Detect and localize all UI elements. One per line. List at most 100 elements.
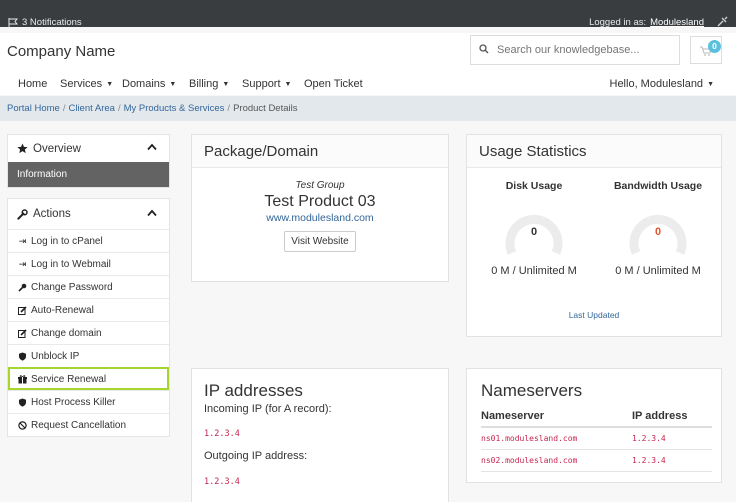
company-name[interactable]: Company Name [7, 43, 115, 60]
knowledgebase-search[interactable] [470, 35, 680, 65]
disk-usage-title: Disk Usage [505, 180, 563, 192]
sidebar-item-information[interactable]: Information [8, 162, 169, 187]
sidebar-item-label: Unblock IP [31, 350, 80, 362]
nameservers-title: Nameservers [481, 381, 583, 400]
cart-count-badge: 0 [708, 40, 721, 53]
sidebar-item-label: Host Process Killer [31, 396, 116, 408]
edit-icon [18, 305, 27, 315]
nameserver-cell: ns01.modulesland.com [481, 427, 632, 450]
username-link[interactable]: Modulesland [650, 17, 704, 28]
shield-icon [18, 398, 27, 407]
user-menu[interactable]: Hello, Modulesland ▼ [610, 78, 715, 90]
chevron-up-icon[interactable] [147, 143, 157, 151]
sidebar-item-label: Auto-Renewal [31, 304, 94, 316]
edit-icon [18, 328, 27, 338]
sidebar-item-label: Service Renewal [31, 373, 107, 385]
sidebar-item-service-renewal[interactable]: Service Renewal [8, 367, 169, 390]
sidebar-item-label: Log in to cPanel [31, 235, 103, 247]
product-name: Test Product 03 [264, 193, 376, 210]
actions-title: Actions [33, 208, 71, 220]
usage-statistics-title: Usage Statistics [467, 135, 721, 168]
breadcrumb-portal-home[interactable]: Portal Home [7, 103, 60, 114]
sign-in-icon: ⇥ [18, 258, 27, 269]
tools-icon[interactable] [716, 16, 728, 28]
search-icon [471, 43, 497, 57]
overview-title: Overview [33, 142, 81, 155]
disk-usage-value: 0 [530, 226, 538, 238]
caret-down-icon: ▼ [222, 81, 230, 88]
breadcrumb-my-products[interactable]: My Products & Services [124, 103, 225, 114]
breadcrumb-separator: / [62, 103, 66, 114]
chevron-up-icon[interactable] [147, 209, 157, 217]
search-input[interactable] [497, 44, 672, 56]
main-nav: Home Services ▼ Domains ▼ Billing ▼ Support… [0, 75, 736, 95]
breadcrumb-current: Product Details [233, 103, 298, 114]
nav-domains[interactable]: Domains ▼ [122, 78, 176, 90]
package-domain-title: Package/Domain [192, 135, 448, 168]
sidebar-item-label: Log in to Webmail [31, 258, 111, 270]
overview-panel: Overview Information [7, 134, 170, 188]
package-domain-panel: Package/Domain Test Group Test Product 0… [191, 134, 449, 282]
sidebar-item-unblock-ip[interactable]: Unblock IP [8, 344, 169, 367]
sidebar-item-request-cancellation[interactable]: Request Cancellation [8, 413, 169, 436]
sign-in-icon: ⇥ [18, 235, 27, 246]
nav-support-label: Support [242, 78, 281, 90]
product-domain-link[interactable]: www.modulesland.com [192, 212, 448, 224]
outgoing-ip-value: 1.2.3.4 [204, 477, 240, 487]
sidebar-item-auto-renewal[interactable]: Auto-Renewal [8, 298, 169, 321]
cart-button[interactable]: 0 [690, 36, 722, 64]
disk-usage-text: 0 M / Unlimited M [491, 265, 577, 277]
ban-icon [18, 420, 27, 430]
usage-columns: Disk Usage 0 0 M / Unlimited M Bandwidth… [467, 168, 721, 313]
nav-open-ticket[interactable]: Open Ticket [304, 78, 363, 90]
disk-usage-block: Disk Usage 0 0 M / Unlimited M [479, 180, 589, 277]
sidebar-item-label: Change domain [31, 327, 102, 339]
top-bar-content: 3 Notifications Logged in as: Modulesland [0, 13, 736, 33]
overview-panel-header[interactable]: Overview [8, 135, 169, 162]
actions-panel-header[interactable]: Actions [8, 199, 169, 229]
nav-domains-label: Domains [122, 78, 166, 90]
nameserver-cell: ns02.modulesland.com [481, 449, 632, 472]
sidebar-item-label: Change Password [31, 281, 113, 293]
caret-down-icon: ▼ [284, 81, 292, 88]
notifications-link[interactable]: 3 Notifications [8, 17, 82, 28]
caret-down-icon: ▼ [106, 81, 114, 88]
table-row: ns01.modulesland.com 1.2.3.4 [481, 427, 712, 450]
actions-panel: Actions ⇥ Log in to cPanel ⇥ Log in to Web… [7, 198, 170, 437]
breadcrumb-client-area[interactable]: Client Area [68, 103, 114, 114]
sidebar-item-cpanel-login[interactable]: ⇥ Log in to cPanel [8, 229, 169, 252]
key-icon [18, 283, 27, 292]
nameservers-panel: Nameservers Nameserver IP address ns01.m… [466, 368, 722, 483]
sidebar-item-host-process-killer[interactable]: Host Process Killer [8, 390, 169, 413]
breadcrumb-bar: Portal Home / Client Area / My Products & Se… [0, 96, 736, 121]
logged-in-info: Logged in as: Modulesland [589, 17, 704, 28]
bandwidth-usage-text: 0 M / Unlimited M [615, 265, 701, 277]
ip-addresses-title: IP addresses [204, 381, 303, 400]
nav-billing-label: Billing [189, 78, 219, 90]
last-updated-label: Last Updated [568, 310, 620, 320]
bandwidth-usage-gauge: 0 [628, 209, 688, 257]
sidebar-item-change-domain[interactable]: Change domain [8, 321, 169, 344]
bandwidth-usage-value: 0 [654, 226, 662, 238]
sidebar-item-change-password[interactable]: Change Password [8, 275, 169, 298]
incoming-ip-value: 1.2.3.4 [204, 429, 240, 439]
nav-billing[interactable]: Billing ▼ [189, 78, 229, 90]
star-icon [17, 143, 28, 154]
disk-usage-gauge: 0 [504, 209, 564, 257]
nav-support[interactable]: Support ▼ [242, 78, 291, 90]
table-header-row: Nameserver IP address [481, 405, 712, 428]
table-row: ns02.modulesland.com 1.2.3.4 [481, 449, 712, 472]
column-header-ip: IP address [632, 405, 712, 428]
nav-home[interactable]: Home [18, 78, 47, 90]
nav-services[interactable]: Services ▼ [60, 78, 113, 90]
incoming-ip-label: Incoming IP (for A record): [204, 403, 332, 415]
shield-icon [18, 352, 27, 361]
wrench-icon [17, 208, 28, 220]
visit-website-button[interactable]: Visit Website [284, 231, 356, 252]
breadcrumb: Portal Home / Client Area / My Products & Se… [7, 103, 297, 114]
column-header-nameserver: Nameserver [481, 405, 632, 428]
sidebar-item-webmail-login[interactable]: ⇥ Log in to Webmail [8, 252, 169, 275]
nameserver-ip-cell: 1.2.3.4 [632, 427, 712, 450]
outgoing-ip-label: Outgoing IP address: [204, 450, 308, 462]
nameservers-table: Nameserver IP address ns01.modulesland.c… [481, 405, 712, 472]
